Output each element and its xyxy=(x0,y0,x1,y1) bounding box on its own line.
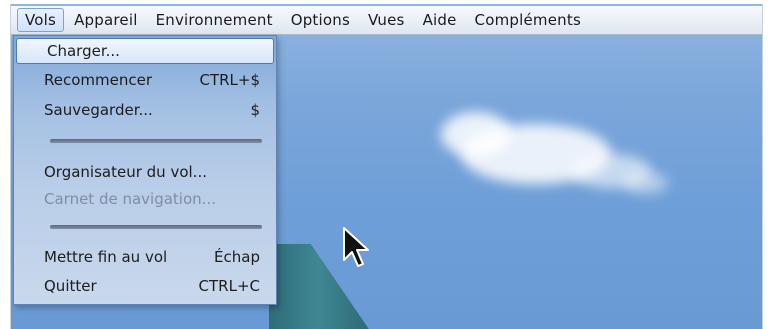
menu-item-carnet-navigation: Carnet de navigation... xyxy=(14,186,276,212)
menu-item-shortcut: CTRL+C xyxy=(198,277,260,295)
menu-item-label: Quitter xyxy=(44,277,97,295)
menu-item-quitter[interactable]: Quitter CTRL+C xyxy=(14,273,276,299)
menu-item-shortcut: $ xyxy=(250,101,260,119)
cloud xyxy=(441,112,511,157)
simulator-window: Vols Appareil Environnement Options Vues… xyxy=(10,4,763,329)
menu-separator xyxy=(50,139,262,143)
menu-separator xyxy=(50,225,262,229)
menu-appareil[interactable]: Appareil xyxy=(66,8,146,32)
vols-dropdown-menu: Charger... Recommencer CTRL+$ Sauvegarde… xyxy=(13,35,277,305)
menu-item-charger[interactable]: Charger... xyxy=(16,38,274,64)
menu-environnement[interactable]: Environnement xyxy=(148,8,281,32)
menu-item-recommencer[interactable]: Recommencer CTRL+$ xyxy=(14,67,276,93)
menu-item-label: Carnet de navigation... xyxy=(44,190,216,208)
menu-item-mettre-fin[interactable]: Mettre fin au vol Échap xyxy=(14,244,276,270)
menu-item-label: Charger... xyxy=(47,42,120,60)
menu-item-sauvegarder[interactable]: Sauvegarder... $ xyxy=(14,97,276,123)
menu-aide[interactable]: Aide xyxy=(415,8,465,32)
menu-vols[interactable]: Vols xyxy=(17,8,65,32)
menu-complements[interactable]: Compléments xyxy=(467,8,589,32)
menu-bar: Vols Appareil Environnement Options Vues… xyxy=(11,6,762,35)
menu-item-label: Recommencer xyxy=(44,71,153,89)
menu-options[interactable]: Options xyxy=(283,8,358,32)
cloud xyxy=(623,172,668,194)
menu-item-shortcut: CTRL+$ xyxy=(199,71,260,89)
menu-item-shortcut: Échap xyxy=(214,248,260,266)
mouse-pointer-icon xyxy=(343,227,369,267)
menu-vues[interactable]: Vues xyxy=(360,8,413,32)
menu-item-label: Mettre fin au vol xyxy=(44,248,168,266)
menu-item-label: Sauvegarder... xyxy=(44,101,153,119)
menu-item-organisateur[interactable]: Organisateur du vol... xyxy=(14,159,276,185)
menu-item-label: Organisateur du vol... xyxy=(44,163,207,181)
